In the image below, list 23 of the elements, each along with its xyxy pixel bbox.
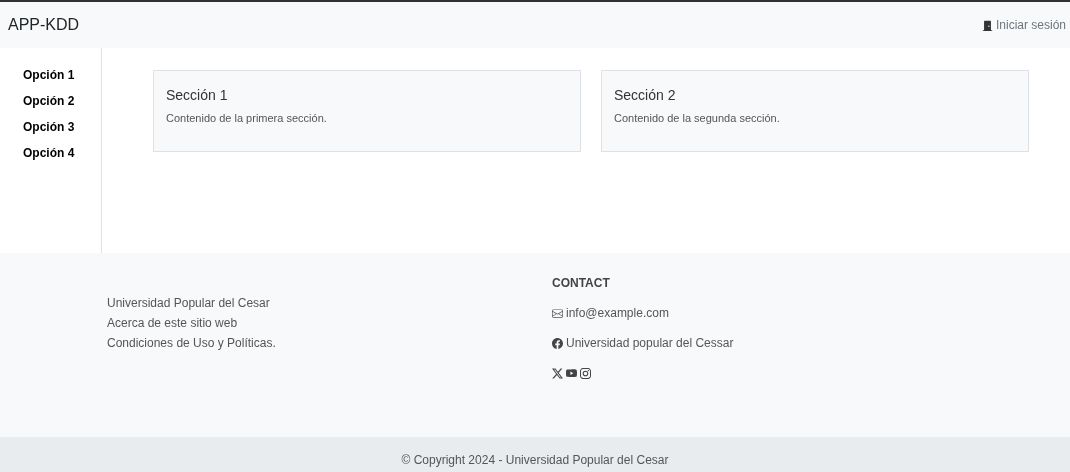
door-icon xyxy=(981,19,993,31)
section-text: Contenido de la segunda sección. xyxy=(614,111,781,126)
contact-heading: CONTACT xyxy=(552,275,611,292)
x-icon[interactable] xyxy=(552,367,563,379)
copyright-text: © Copyright 2024 - Universidad Popular del Cesar xyxy=(401,452,669,469)
footer-link[interactable]: Universidad Popular del Cesar xyxy=(107,293,552,313)
instagram-icon[interactable] xyxy=(580,367,591,379)
mail-icon xyxy=(552,307,563,319)
sidebar-item[interactable]: Opción 3 xyxy=(23,117,101,137)
section-title: Sección 1 xyxy=(166,86,229,105)
contact-facebook: Universidad popular del Cessar xyxy=(566,335,734,352)
footer-link[interactable]: Condiciones de Uso y Políticas. xyxy=(107,333,552,353)
brand-title[interactable]: APP-KDD xyxy=(8,13,80,37)
contact-email: info@example.com xyxy=(566,305,669,322)
sidebar-item[interactable]: Opción 1 xyxy=(23,65,101,85)
youtube-icon[interactable] xyxy=(566,367,577,379)
sidebar-item[interactable]: Opción 2 xyxy=(23,91,101,111)
facebook-icon[interactable] xyxy=(552,337,563,349)
login-link[interactable]: Iniciar sesión xyxy=(981,16,1066,34)
section-title: Sección 2 xyxy=(614,86,677,105)
sidebar-item[interactable]: Opción 4 xyxy=(23,143,101,163)
footer-link[interactable]: Acerca de este sitio web xyxy=(107,313,552,333)
section-text: Contenido de la primera sección. xyxy=(166,111,328,126)
